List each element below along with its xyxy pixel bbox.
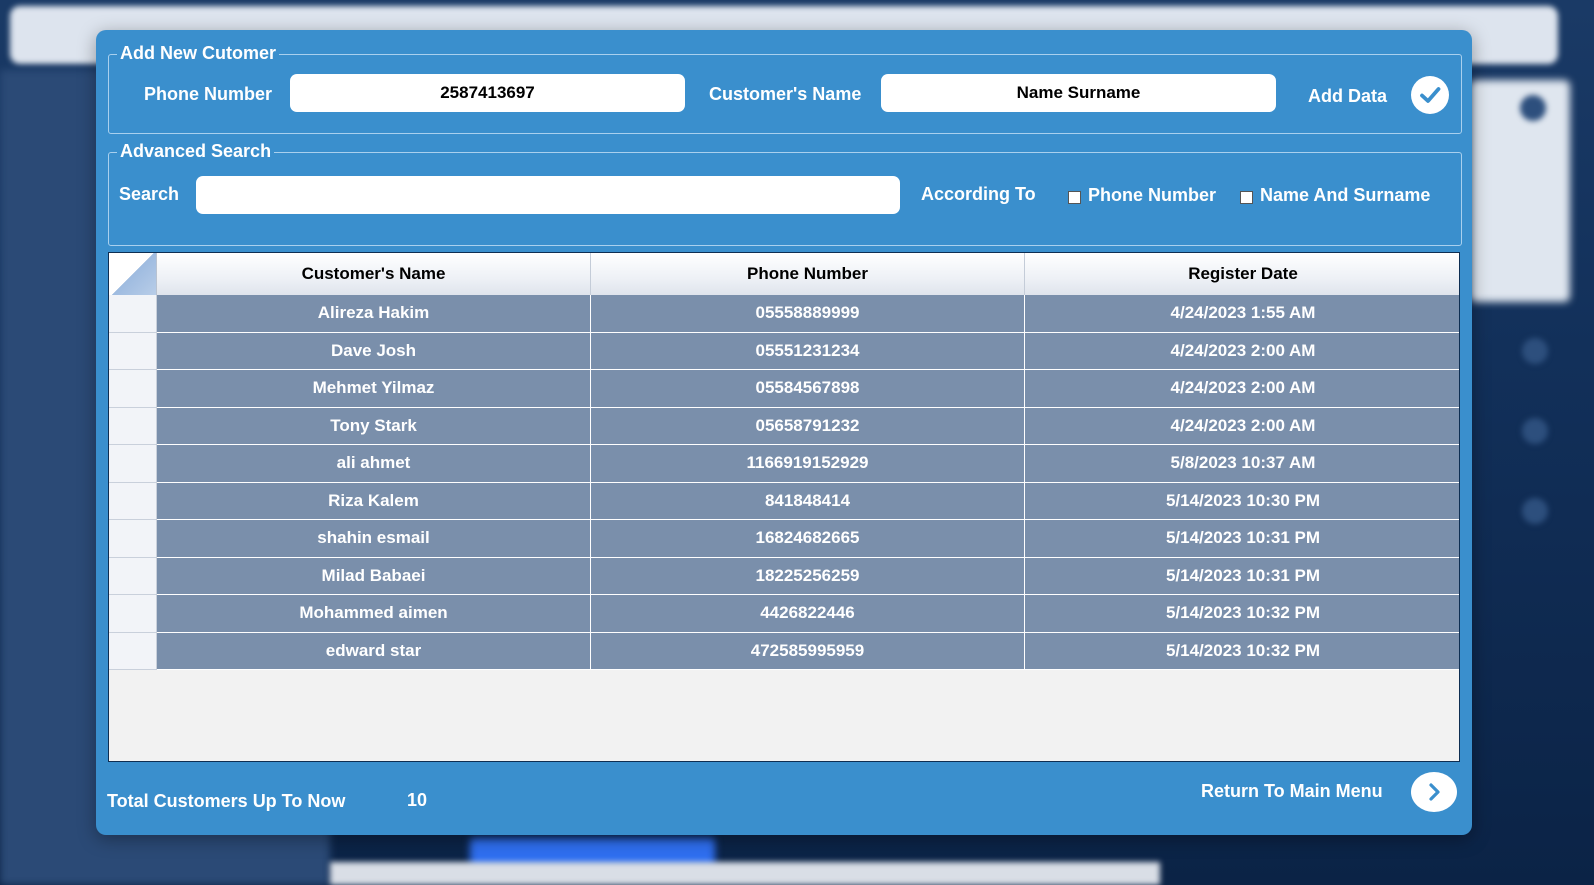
cell-phone[interactable]: 841848414 — [591, 482, 1025, 520]
customers-dialog: Add New Cutomer Phone Number 2587413697 … — [96, 30, 1472, 835]
cell-name[interactable]: ali ahmet — [157, 445, 591, 483]
row-header[interactable] — [109, 595, 157, 633]
checkmark-icon — [1420, 87, 1441, 103]
cell-name[interactable]: shahin esmail — [157, 520, 591, 558]
cell-date[interactable]: 4/24/2023 2:00 AM — [1025, 370, 1459, 408]
add-data-label[interactable]: Add Data — [1308, 86, 1387, 107]
cell-name[interactable]: Tony Stark — [157, 407, 591, 445]
cell-date[interactable]: 4/24/2023 1:55 AM — [1025, 295, 1459, 333]
table-row[interactable]: Tony Stark 05658791232 4/24/2023 2:00 AM — [109, 407, 1459, 445]
cell-phone[interactable]: 16824682665 — [591, 520, 1025, 558]
background-bar — [330, 862, 1160, 885]
cell-phone[interactable]: 4426822446 — [591, 595, 1025, 633]
cell-phone[interactable]: 05658791232 — [591, 407, 1025, 445]
table-row[interactable]: Riza Kalem 841848414 5/14/2023 10:30 PM — [109, 482, 1459, 520]
background-icon — [1522, 338, 1548, 364]
table-header: Customer's Name Phone Number Register Da… — [109, 253, 1459, 295]
customers-table[interactable]: Customer's Name Phone Number Register Da… — [108, 252, 1460, 762]
cell-phone[interactable]: 05558889999 — [591, 295, 1025, 333]
cell-date[interactable]: 5/8/2023 10:37 AM — [1025, 445, 1459, 483]
name-surname-option-label[interactable]: Name And Surname — [1260, 185, 1430, 206]
phone-number-input[interactable]: 2587413697 — [290, 74, 685, 112]
total-customers-label: Total Customers Up To Now — [107, 791, 346, 811]
cell-phone[interactable]: 05551231234 — [591, 332, 1025, 370]
column-header-phone[interactable]: Phone Number — [591, 253, 1025, 295]
cell-name[interactable]: Riza Kalem — [157, 482, 591, 520]
table-row[interactable]: Alireza Hakim 05558889999 4/24/2023 1:55… — [109, 295, 1459, 333]
phone-number-option-label[interactable]: Phone Number — [1088, 185, 1216, 206]
cell-date[interactable]: 4/24/2023 2:00 AM — [1025, 407, 1459, 445]
cell-name[interactable]: Milad Babaei — [157, 557, 591, 595]
phone-number-checkbox[interactable] — [1068, 191, 1081, 204]
search-input[interactable] — [196, 176, 900, 214]
cell-date[interactable]: 4/24/2023 2:00 AM — [1025, 332, 1459, 370]
background-icon — [1522, 498, 1548, 524]
cell-date[interactable]: 5/14/2023 10:32 PM — [1025, 595, 1459, 633]
row-header[interactable] — [109, 520, 157, 558]
return-main-menu-button[interactable] — [1411, 772, 1457, 812]
name-surname-checkbox[interactable] — [1240, 191, 1253, 204]
chevron-right-icon — [1429, 783, 1440, 801]
row-header[interactable] — [109, 407, 157, 445]
table-row[interactable]: ali ahmet 1166919152929 5/8/2023 10:37 A… — [109, 445, 1459, 483]
add-customer-title: Add New Cutomer — [117, 43, 280, 64]
cell-name[interactable]: Alireza Hakim — [157, 295, 591, 333]
add-customer-group: Add New Cutomer Phone Number 2587413697 … — [108, 43, 1462, 134]
cell-name[interactable]: Mohammed aimen — [157, 595, 591, 633]
total-customers-value: 10 — [407, 790, 428, 810]
phone-number-label: Phone Number — [144, 84, 273, 104]
select-all-corner[interactable] — [109, 253, 157, 295]
cell-name[interactable]: Mehmet Yilmaz — [157, 370, 591, 408]
cell-phone[interactable]: 472585995959 — [591, 632, 1025, 670]
row-header[interactable] — [109, 332, 157, 370]
return-main-menu-label[interactable]: Return To Main Menu — [1201, 781, 1383, 802]
advanced-search-title: Advanced Search — [117, 141, 275, 162]
cell-phone[interactable]: 05584567898 — [591, 370, 1025, 408]
search-label: Search — [119, 184, 180, 204]
add-data-button[interactable] — [1411, 76, 1449, 114]
background-icon — [1522, 418, 1548, 444]
row-header[interactable] — [109, 445, 157, 483]
row-header[interactable] — [109, 632, 157, 670]
table-row[interactable]: edward star 472585995959 5/14/2023 10:32… — [109, 632, 1459, 670]
table-row[interactable]: shahin esmail 16824682665 5/14/2023 10:3… — [109, 520, 1459, 558]
cell-name[interactable]: edward star — [157, 632, 591, 670]
row-header[interactable] — [109, 370, 157, 408]
customer-name-label: Customer's Name — [709, 84, 862, 104]
cell-date[interactable]: 5/14/2023 10:31 PM — [1025, 520, 1459, 558]
table-row[interactable]: Dave Josh 05551231234 4/24/2023 2:00 AM — [109, 332, 1459, 370]
column-header-date[interactable]: Register Date — [1025, 253, 1459, 295]
row-header[interactable] — [109, 295, 157, 333]
row-header[interactable] — [109, 557, 157, 595]
background-icon — [1520, 95, 1546, 121]
customer-name-input[interactable]: Name Surname — [881, 74, 1276, 112]
table-row[interactable]: Mehmet Yilmaz 05584567898 4/24/2023 2:00… — [109, 370, 1459, 408]
table-row[interactable]: Milad Babaei 18225256259 5/14/2023 10:31… — [109, 557, 1459, 595]
row-header[interactable] — [109, 482, 157, 520]
advanced-search-group: Advanced Search Search According To Phon… — [108, 141, 1462, 246]
table-row[interactable]: Mohammed aimen 4426822446 5/14/2023 10:3… — [109, 595, 1459, 633]
according-to-label: According To — [921, 184, 1036, 204]
cell-name[interactable]: Dave Josh — [157, 332, 591, 370]
cell-phone[interactable]: 18225256259 — [591, 557, 1025, 595]
cell-phone[interactable]: 1166919152929 — [591, 445, 1025, 483]
background-panel — [1470, 80, 1570, 302]
cell-date[interactable]: 5/14/2023 10:30 PM — [1025, 482, 1459, 520]
cell-date[interactable]: 5/14/2023 10:32 PM — [1025, 632, 1459, 670]
column-header-name[interactable]: Customer's Name — [157, 253, 591, 295]
cell-date[interactable]: 5/14/2023 10:31 PM — [1025, 557, 1459, 595]
